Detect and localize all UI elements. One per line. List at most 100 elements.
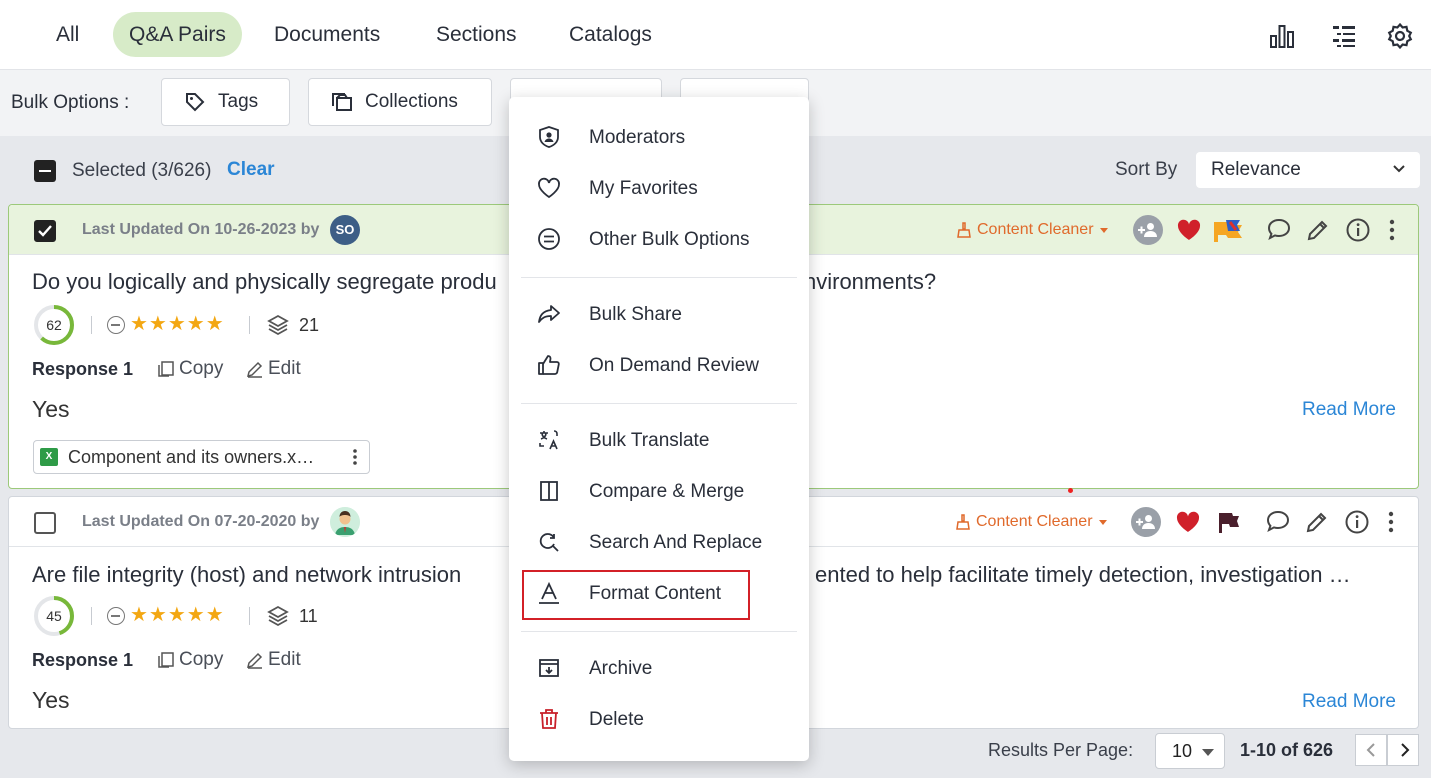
- edit-button[interactable]: Edit: [246, 649, 301, 671]
- menu-item-bulk-share[interactable]: Bulk Share: [509, 291, 809, 337]
- copy-button[interactable]: Copy: [157, 358, 223, 380]
- info-icon[interactable]: [1345, 217, 1371, 243]
- sort-by-select[interactable]: Relevance: [1196, 152, 1420, 188]
- thumbs-up-icon: [538, 355, 560, 375]
- attachment-chip[interactable]: X Component and its owners.x…: [33, 440, 370, 474]
- bar-chart-icon[interactable]: [1268, 22, 1296, 50]
- divider: [91, 607, 92, 625]
- minus-circle-icon[interactable]: [107, 607, 125, 625]
- sort-by-value: Relevance: [1211, 159, 1301, 180]
- copy-icon: [158, 652, 174, 668]
- layers-icon: [267, 605, 289, 627]
- menu-item-search-and-replace[interactable]: Search And Replace: [509, 519, 809, 565]
- content-cleaner-dropdown[interactable]: Content Cleaner: [955, 513, 1108, 531]
- edit-pencil-icon[interactable]: [1305, 217, 1331, 243]
- heart-icon: [538, 177, 560, 199]
- list-icon[interactable]: [1330, 22, 1358, 50]
- more-vertical-icon[interactable]: [1378, 509, 1404, 535]
- excel-file-icon: X: [40, 448, 58, 466]
- response-label[interactable]: Response 1: [32, 650, 133, 671]
- collections-button-label: Collections: [365, 91, 458, 112]
- chevron-left-icon: [1366, 743, 1375, 757]
- question-text-tail[interactable]: nvironments?: [804, 269, 1124, 295]
- translate-icon: [539, 430, 558, 450]
- question-text[interactable]: Do you logically and physically segregat…: [32, 269, 542, 295]
- menu-item-label: My Favorites: [589, 178, 698, 199]
- check-icon: [38, 225, 52, 237]
- search-replace-icon: [539, 533, 559, 552]
- card-checkbox[interactable]: [34, 220, 56, 242]
- attachment-name: Component and its owners.x…: [68, 446, 315, 467]
- chevron-down-icon: [1393, 165, 1405, 173]
- edit-pencil-icon[interactable]: [1304, 509, 1330, 535]
- results-range: 1-10 of 626: [1240, 740, 1334, 760]
- menu-item-label: Bulk Translate: [589, 430, 710, 451]
- selected-count: Selected (3/626): [72, 160, 212, 181]
- minus-circle-icon[interactable]: [107, 316, 125, 334]
- question-text[interactable]: Are file integrity (host) and network in…: [32, 562, 512, 588]
- flag-icon[interactable]: [1212, 216, 1244, 244]
- menu-item-label: On Demand Review: [589, 355, 760, 376]
- question-text-tail[interactable]: ented to help facilitate timely detectio…: [815, 562, 1401, 588]
- menu-item-label: Bulk Share: [589, 304, 682, 325]
- caret-down-icon: [1202, 749, 1214, 756]
- menu-item-bulk-translate[interactable]: Bulk Translate: [509, 417, 809, 463]
- menu-item-delete[interactable]: Delete: [509, 696, 809, 742]
- comment-icon[interactable]: [1266, 217, 1292, 243]
- menu-item-moderators[interactable]: Moderators: [509, 114, 809, 160]
- read-more-link[interactable]: Read More: [1302, 399, 1396, 421]
- tab-qa-pairs[interactable]: Q&A Pairs: [113, 12, 242, 57]
- select-all-checkbox[interactable]: [34, 160, 56, 182]
- prev-page-button[interactable]: [1355, 734, 1387, 766]
- more-vertical-icon[interactable]: [1379, 217, 1405, 243]
- info-icon[interactable]: [1344, 509, 1370, 535]
- gear-icon[interactable]: [1386, 22, 1414, 50]
- results-per-page-select[interactable]: 10: [1155, 733, 1225, 769]
- avatar[interactable]: [330, 507, 360, 537]
- split-panel-icon: [540, 481, 558, 501]
- tab-all[interactable]: All: [40, 12, 95, 57]
- menu-item-label: Other Bulk Options: [589, 229, 750, 250]
- star-rating[interactable]: ★★★★★: [130, 311, 225, 336]
- tab-sections[interactable]: Sections: [420, 12, 533, 57]
- content-cleaner-dropdown[interactable]: Content Cleaner: [956, 221, 1109, 239]
- heart-icon[interactable]: [1176, 217, 1202, 243]
- tab-documents[interactable]: Documents: [258, 12, 396, 57]
- more-vertical-icon[interactable]: [347, 448, 363, 466]
- menu-item-compare-merge[interactable]: Compare & Merge: [509, 468, 809, 514]
- flag-icon[interactable]: [1215, 509, 1241, 535]
- heart-icon[interactable]: [1175, 509, 1201, 535]
- clear-selection-link[interactable]: Clear: [227, 159, 275, 181]
- comment-icon[interactable]: [1265, 509, 1291, 535]
- menu-divider: [521, 631, 797, 632]
- menu-item-other-bulk-options[interactable]: Other Bulk Options: [509, 216, 809, 262]
- highlight-box: [522, 570, 750, 620]
- next-page-button[interactable]: [1387, 734, 1419, 766]
- menu-item-on-demand-review[interactable]: On Demand Review: [509, 342, 809, 388]
- menu-item-archive[interactable]: Archive: [509, 645, 809, 691]
- collections-icon: [332, 93, 352, 111]
- caret-down-icon: [1098, 520, 1107, 525]
- collections-button[interactable]: Collections: [308, 78, 492, 126]
- copy-button[interactable]: Copy: [157, 649, 223, 671]
- menu-item-my-favorites[interactable]: My Favorites: [509, 165, 809, 211]
- edit-button[interactable]: Edit: [246, 358, 301, 380]
- add-user-icon[interactable]: [1133, 215, 1163, 245]
- content-cleaner-label: Content Cleaner: [977, 221, 1094, 238]
- read-more-link[interactable]: Read More: [1302, 691, 1396, 713]
- shield-user-icon: [539, 126, 559, 148]
- card-checkbox[interactable]: [34, 512, 56, 534]
- star-rating[interactable]: ★★★★★: [130, 602, 225, 627]
- response-label[interactable]: Response 1: [32, 359, 133, 380]
- tags-button[interactable]: Tags: [161, 78, 290, 126]
- status-dot: [1068, 488, 1073, 493]
- add-user-icon[interactable]: [1131, 507, 1161, 537]
- edit-icon: [246, 652, 263, 669]
- copy-label: Copy: [179, 358, 224, 379]
- edit-label: Edit: [268, 358, 301, 379]
- layers-count: 21: [299, 315, 320, 335]
- tab-catalogs[interactable]: Catalogs: [553, 12, 668, 57]
- results-per-page-label: Results Per Page:: [988, 740, 1134, 760]
- edit-label: Edit: [268, 649, 301, 670]
- avatar[interactable]: SO: [330, 215, 360, 245]
